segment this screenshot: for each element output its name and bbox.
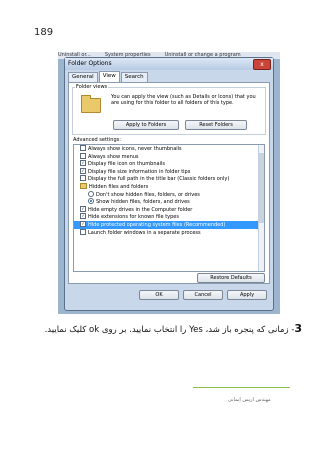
setting-row[interactable]: Show hidden files, folders, and drives [74,198,264,206]
checkbox-unchecked-icon[interactable] [80,152,86,159]
checkbox-unchecked-icon[interactable] [80,175,86,182]
checkbox-unchecked-icon[interactable] [80,145,86,151]
footer-divider [193,387,290,388]
scrollbar-thumb[interactable] [259,153,264,223]
setting-label: Display the full path in the title bar (… [88,176,230,183]
ok-button[interactable]: OK [139,290,179,300]
setting-label: Hidden files and folders [89,183,149,190]
setting-row[interactable]: ✓ Hide protected operating system files (… [74,220,264,229]
restore-defaults-button[interactable]: Restore Defaults [197,273,265,283]
setting-row[interactable]: ✓ Hide extensions for known file types [74,213,264,221]
setting-label: Hide extensions for known file types [88,214,179,221]
folder-icon [81,95,101,113]
tab-search[interactable]: Search [120,72,148,82]
checkbox-checked-icon[interactable]: ✓ [80,220,86,227]
setting-row[interactable]: Display the full path in the title bar (… [74,175,264,183]
step-number: 3 [294,322,302,335]
folder-views-label: Folder views [75,84,109,90]
radio-unselected-icon[interactable] [88,190,94,197]
folder-views-group: Folder views You can apply the view (suc… [72,84,266,135]
checkbox-checked-icon[interactable]: ✓ [80,167,86,174]
tab-view[interactable]: View [98,71,120,82]
page-number: 189 [34,27,54,38]
screenshot-frame: Uninstall or... System properties Uninstal… [58,52,280,314]
checkbox-checked-icon[interactable]: ✓ [80,205,86,212]
instruction-text: 3- زمانی که پنجره باز شد، Yes را انتخاب … [20,322,302,335]
folder-options-window: Folder Options x General View Search Folde… [64,57,274,311]
advanced-settings-label: Advanced settings: [73,137,121,143]
title-bar[interactable]: Folder Options x [65,58,273,70]
setting-label: Launch folder windows in a separate proc… [88,229,201,236]
cancel-button[interactable]: Cancel [183,290,223,300]
setting-label: Hide empty drives in the Computer folder [88,206,193,213]
radio-selected-icon[interactable] [88,198,94,205]
folder-icon [80,182,87,189]
checkbox-checked-icon[interactable]: ✓ [80,213,86,220]
checkbox-unchecked-icon[interactable] [80,228,86,235]
setting-row[interactable]: ✓ Display file size information in folder… [74,167,264,176]
apply-to-folders-button[interactable]: Apply to Folders [113,120,179,130]
setting-label: Show hidden files, folders, and drives [96,199,190,206]
tab-bar: General View Search [68,71,149,82]
folder-views-description: You can apply the view (such as Details … [111,94,256,106]
view-tab-panel: Folder views You can apply the view (suc… [68,82,270,284]
setting-label: Display file icon on thumbnails [88,161,165,168]
setting-row[interactable]: Always show menus [74,152,264,161]
reset-folders-button[interactable]: Reset Folders [185,120,247,130]
setting-row[interactable]: ✓ Display file icon on thumbnails [74,160,264,168]
setting-label: Always show icons, never thumbnails [88,146,182,152]
step-text: - زمانی که پنجره باز شد، Yes را انتخاب ن… [44,325,295,335]
footer-author: مهندس اریس ایمانی [228,397,271,403]
setting-label: Always show menus [88,153,139,160]
tab-general[interactable]: General [68,72,98,82]
setting-row[interactable]: Always show icons, never thumbnails [74,145,264,153]
advanced-settings-list[interactable]: Always show icons, never thumbnails Alway… [73,144,265,272]
setting-row[interactable]: Launch folder windows in a separate proc… [74,228,264,237]
setting-label: Display file size information in folder … [88,168,191,175]
setting-row[interactable]: Don't show hidden files, folders, or dri… [74,190,264,199]
setting-row[interactable]: ✓ Hide empty drives in the Computer folde… [74,205,264,214]
setting-label: Hide protected operating system files (R… [88,221,226,228]
apply-button[interactable]: Apply [227,290,267,300]
setting-label: Don't show hidden files, folders, or dri… [96,191,200,198]
close-button[interactable]: x [253,59,271,70]
settings-scrollbar[interactable] [258,145,264,271]
window-title: Folder Options [68,60,112,67]
checkbox-checked-icon[interactable]: ✓ [80,160,86,167]
setting-row[interactable]: Hidden files and folders [74,182,264,191]
